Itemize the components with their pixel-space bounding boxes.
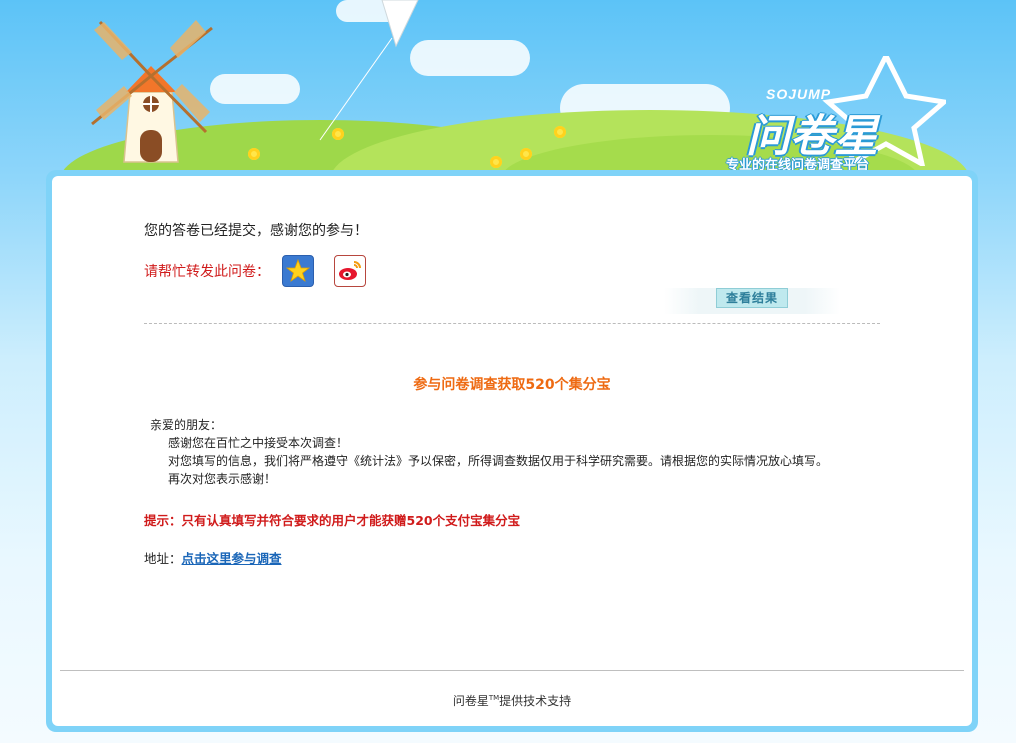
- flower: [490, 156, 502, 168]
- submission-thanks: 您的答卷已经提交，感谢您的参与！: [144, 223, 368, 239]
- view-result-label: 查看结果: [716, 288, 788, 308]
- content-card: 您的答卷已经提交，感谢您的参与！ 请帮忙转发此问卷： 查看结果 参与问卷调查获取…: [46, 170, 978, 732]
- flower: [248, 148, 260, 160]
- survey-link[interactable]: 点击这里参与调查: [182, 551, 282, 566]
- footer-brand: 问卷星: [452, 694, 489, 708]
- flower: [520, 148, 532, 160]
- footer-divider: [60, 670, 964, 671]
- address-row: 地址：点击这里参与调查: [144, 548, 282, 567]
- address-label: 地址：: [144, 551, 182, 566]
- share-qzone-button[interactable]: [282, 255, 314, 287]
- qzone-icon: [285, 258, 311, 283]
- header-banner: SOJUMP 问卷星 专业的在线问卷调查平台: [0, 0, 1016, 176]
- letter-line: 再次对您表示感谢！: [168, 472, 277, 486]
- footer-support: 提供技术支持: [499, 694, 572, 708]
- promo-title: 参与问卷调查获取520个集分宝: [413, 377, 611, 393]
- trademark: TM: [488, 694, 500, 702]
- divider: [144, 323, 880, 324]
- cloud: [210, 74, 300, 104]
- tip-text: 提示：只有认真填写并符合要求的用户才能获赠520个支付宝集分宝: [144, 513, 521, 528]
- brand-logo[interactable]: SOJUMP 问卷星 专业的在线问卷调查平台: [726, 56, 956, 174]
- share-label: 请帮忙转发此问卷：: [144, 264, 270, 280]
- letter-greeting: 亲爱的朋友：: [150, 418, 223, 432]
- letter-line: 对您填写的信息，我们将严格遵守《统计法》予以保密，所得调查数据仅用于科学研究需要…: [168, 454, 829, 468]
- footer: 问卷星TM提供技术支持: [52, 692, 972, 709]
- share-weibo-button[interactable]: [334, 255, 366, 287]
- windmill-icon: [91, 20, 213, 163]
- letter-line: 感谢您在百忙之中接受本次调查！: [168, 436, 349, 450]
- flower: [554, 126, 566, 138]
- kite-icon: [319, 0, 419, 141]
- letter-body: 亲爱的朋友： 感谢您在百忙之中接受本次调查！ 对您填写的信息，我们将严格遵守《统…: [150, 416, 828, 488]
- share-row: 请帮忙转发此问卷：: [144, 254, 386, 288]
- view-result-button[interactable]: 查看结果: [664, 288, 840, 314]
- content-panel: 您的答卷已经提交，感谢您的参与！ 请帮忙转发此问卷： 查看结果 参与问卷调查获取…: [52, 176, 972, 726]
- weibo-icon: [339, 261, 361, 280]
